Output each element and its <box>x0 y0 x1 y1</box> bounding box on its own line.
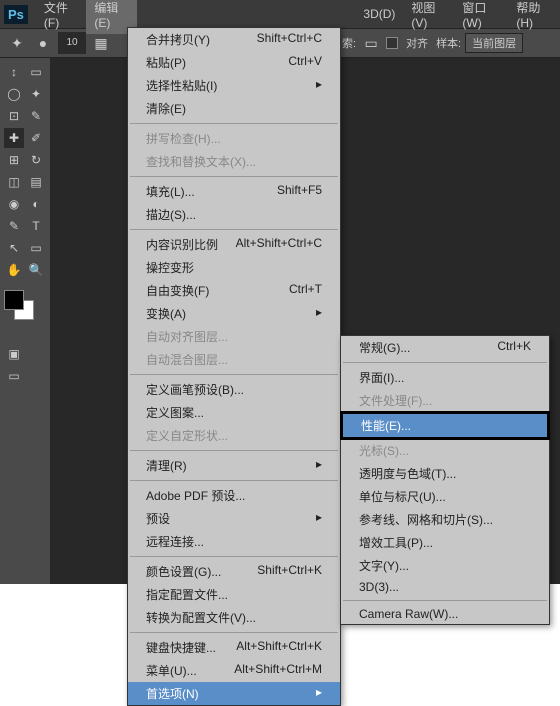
blur-tool-icon[interactable]: ◉ <box>4 194 24 214</box>
prefs-menu-item[interactable]: 参考线、网格和切片(S)... <box>341 508 549 531</box>
prefs-menu-item: 文件处理(F)... <box>341 389 549 412</box>
prefs-menu-item[interactable]: 3D(3)... <box>341 577 549 597</box>
quickmask-icon[interactable]: ▣ <box>4 344 24 364</box>
brush-panel-icon[interactable]: ▦ <box>90 32 112 54</box>
edit-menu-item[interactable]: 远程连接... <box>128 530 340 553</box>
menu-file[interactable]: 文件(F) <box>36 0 86 34</box>
sample-select[interactable]: 当前图层 <box>465 33 523 53</box>
edit-menu-item[interactable]: 填充(L)...Shift+F5 <box>128 180 340 203</box>
edit-menu-item[interactable]: 颜色设置(G)...Shift+Ctrl+K <box>128 560 340 583</box>
move-tool-icon[interactable]: ↕ <box>4 62 24 82</box>
healing-tool-icon[interactable]: ✚ <box>4 128 24 148</box>
edit-menu-item[interactable]: 变换(A)▸ <box>128 302 340 325</box>
edit-menu-item[interactable]: 描边(S)... <box>128 203 340 226</box>
edit-menu-item[interactable]: 粘贴(P)Ctrl+V <box>128 51 340 74</box>
prefs-menu-item[interactable]: Camera Raw(W)... <box>341 604 549 624</box>
tool-preset-icon[interactable]: ✦ <box>6 32 28 54</box>
edit-menu-item: 拼写检查(H)... <box>128 127 340 150</box>
wand-tool-icon[interactable]: ✦ <box>26 84 46 104</box>
pen-tool-icon[interactable]: ✎ <box>4 216 24 236</box>
edit-menu-item[interactable]: 转换为配置文件(V)... <box>128 606 340 629</box>
zoom-tool-icon[interactable]: 🔍 <box>26 260 46 280</box>
brush-tool-icon[interactable]: ✐ <box>26 128 46 148</box>
screenmode-icon[interactable]: ▭ <box>4 366 24 386</box>
search-field[interactable]: ▭ <box>360 32 382 54</box>
menu-3d[interactable]: 3D(D) <box>355 3 403 25</box>
edit-menu-item[interactable]: 清理(R)▸ <box>128 454 340 477</box>
menu-view[interactable]: 视图(V) <box>403 0 454 34</box>
app-logo: Ps <box>4 5 28 24</box>
edit-menu-item[interactable]: 定义图案... <box>128 401 340 424</box>
lasso-tool-icon[interactable]: ◯ <box>4 84 24 104</box>
type-tool-icon[interactable]: T <box>26 216 46 236</box>
sample-label: 样本: <box>436 35 461 51</box>
prefs-menu-item[interactable]: 单位与标尺(U)... <box>341 485 549 508</box>
crop-tool-icon[interactable]: ⊡ <box>4 106 24 126</box>
edit-menu-item: 定义自定形状... <box>128 424 340 447</box>
prefs-menu-item[interactable]: 文字(Y)... <box>341 554 549 577</box>
prefs-menu-item: 光标(S)... <box>341 439 549 462</box>
brush-size-display[interactable]: 10 <box>58 32 86 54</box>
color-swatches[interactable] <box>4 290 44 330</box>
eraser-tool-icon[interactable]: ◫ <box>4 172 24 192</box>
stamp-tool-icon[interactable]: ⊞ <box>4 150 24 170</box>
marquee-tool-icon[interactable]: ▭ <box>26 62 46 82</box>
preferences-submenu: 常规(G)...Ctrl+K 界面(I)...文件处理(F)...性能(E)...… <box>340 335 550 625</box>
menu-help[interactable]: 帮助(H) <box>508 0 560 34</box>
history-brush-icon[interactable]: ↻ <box>26 150 46 170</box>
path-tool-icon[interactable]: ↖ <box>4 238 24 258</box>
edit-menu-item: 查找和替换文本(X)... <box>128 150 340 173</box>
prefs-menu-item[interactable]: 增效工具(P)... <box>341 531 549 554</box>
prefs-menu-item[interactable]: 透明度与色域(T)... <box>341 462 549 485</box>
menubar: Ps 文件(F) 编辑(E) 3D(D) 视图(V) 窗口(W) 帮助(H) <box>0 0 560 28</box>
edit-menu-dropdown: 合并拷贝(Y)Shift+Ctrl+C粘贴(P)Ctrl+V选择性粘贴(I)▸清… <box>127 27 341 706</box>
edit-menu-item: 自动混合图层... <box>128 348 340 371</box>
prefs-menu-item[interactable]: 性能(E)... <box>340 411 550 440</box>
shape-tool-icon[interactable]: ▭ <box>26 238 46 258</box>
edit-menu-item[interactable]: 操控变形 <box>128 256 340 279</box>
edit-menu-item[interactable]: 自由变换(F)Ctrl+T <box>128 279 340 302</box>
align-label: 对齐 <box>406 35 428 51</box>
edit-menu-item[interactable]: 定义画笔预设(B)... <box>128 378 340 401</box>
edit-menu-item[interactable]: 指定配置文件... <box>128 583 340 606</box>
edit-menu-item[interactable]: 键盘快捷键...Alt+Shift+Ctrl+K <box>128 636 340 659</box>
edit-menu-item[interactable]: 首选项(N)▸ <box>128 682 340 705</box>
foreground-color-swatch[interactable] <box>4 290 24 310</box>
eyedropper-tool-icon[interactable]: ✎ <box>26 106 46 126</box>
menu-window[interactable]: 窗口(W) <box>454 0 508 34</box>
prefs-menu-item[interactable]: 常规(G)...Ctrl+K <box>341 336 549 359</box>
tools-panel: ↕▭ ◯✦ ⊡✎ ✚✐ ⊞↻ ◫▤ ◉◐ ✎T ↖▭ ✋🔍 ▣ ▭ <box>0 58 50 584</box>
hand-tool-icon[interactable]: ✋ <box>4 260 24 280</box>
edit-menu-item[interactable]: 选择性粘贴(I)▸ <box>128 74 340 97</box>
edit-menu-item[interactable]: 清除(E) <box>128 97 340 120</box>
prefs-menu-item[interactable]: 界面(I)... <box>341 366 549 389</box>
gradient-tool-icon[interactable]: ▤ <box>26 172 46 192</box>
search-label: 索: <box>342 35 356 51</box>
edit-menu-item[interactable]: Adobe PDF 预设... <box>128 484 340 507</box>
dodge-tool-icon[interactable]: ◐ <box>26 194 46 214</box>
edit-menu-item[interactable]: 内容识别比例Alt+Shift+Ctrl+C <box>128 233 340 256</box>
edit-menu-item: 自动对齐图层... <box>128 325 340 348</box>
edit-menu-item[interactable]: 菜单(U)...Alt+Shift+Ctrl+M <box>128 659 340 682</box>
align-checkbox[interactable] <box>386 37 398 49</box>
edit-menu-item[interactable]: 合并拷贝(Y)Shift+Ctrl+C <box>128 28 340 51</box>
edit-menu-item[interactable]: 预设▸ <box>128 507 340 530</box>
brush-dot-icon[interactable]: ● <box>32 32 54 54</box>
